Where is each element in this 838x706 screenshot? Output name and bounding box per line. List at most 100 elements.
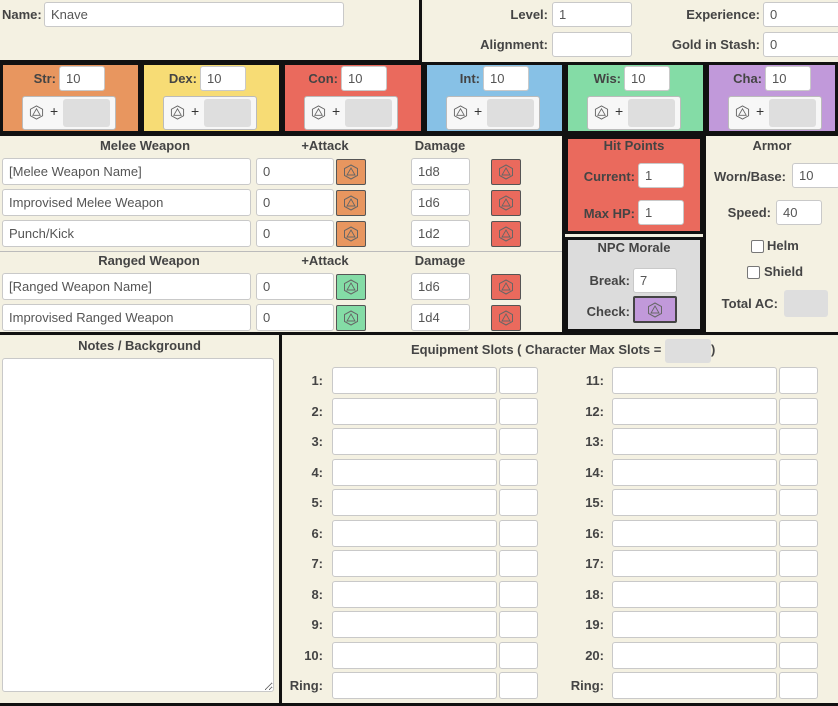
slot-size-input[interactable]: [779, 489, 818, 516]
slot-item-input[interactable]: [612, 672, 777, 699]
ability-roll-button[interactable]: [306, 98, 330, 126]
ability-score-input[interactable]: [200, 66, 246, 91]
ability-roll-button[interactable]: [730, 98, 754, 126]
slot-item-input[interactable]: [612, 398, 777, 425]
ability-roll-button[interactable]: [589, 98, 613, 126]
ranged-attack-roll-button[interactable]: [336, 274, 366, 300]
slot-size-input[interactable]: [779, 459, 818, 486]
experience-input[interactable]: [763, 2, 838, 27]
melee-damage-roll-button[interactable]: [491, 159, 521, 185]
slot-item-input[interactable]: [612, 428, 777, 455]
ability-score-input[interactable]: [624, 66, 670, 91]
armor-worn-input[interactable]: [792, 163, 838, 188]
ability-score-input[interactable]: [483, 66, 529, 91]
melee-weapon-name-input[interactable]: [2, 189, 251, 216]
melee-attack-roll-button[interactable]: [336, 221, 366, 247]
melee-damage-input[interactable]: [411, 220, 470, 247]
d20-die-icon: [499, 164, 513, 180]
ranged-attack-input[interactable]: [256, 273, 334, 300]
ranged-damage-roll-button[interactable]: [491, 274, 521, 300]
slot-item-input[interactable]: [332, 611, 497, 638]
slot-item-input[interactable]: [332, 367, 497, 394]
slot-item-input[interactable]: [612, 642, 777, 669]
speed-input[interactable]: [776, 200, 822, 225]
slot-size-input[interactable]: [499, 611, 538, 638]
plus-sign: +: [191, 103, 200, 119]
melee-weapon-name-input[interactable]: [2, 220, 251, 247]
slot-item-input[interactable]: [612, 367, 777, 394]
slot-item-input[interactable]: [332, 520, 497, 547]
slot-size-input[interactable]: [779, 611, 818, 638]
melee-attack-input[interactable]: [256, 220, 334, 247]
melee-attack-input[interactable]: [256, 189, 334, 216]
slot-item-input[interactable]: [612, 520, 777, 547]
slot-size-input[interactable]: [779, 367, 818, 394]
ranged-attack-roll-button[interactable]: [336, 305, 366, 331]
slot-size-input[interactable]: [499, 550, 538, 577]
ability-roll-button[interactable]: [165, 98, 189, 126]
name-input[interactable]: [44, 2, 344, 27]
helm-checkbox[interactable]: [751, 240, 764, 253]
melee-damage-roll-button[interactable]: [491, 190, 521, 216]
alignment-input[interactable]: [552, 32, 632, 57]
ranged-attack-input[interactable]: [256, 304, 334, 331]
morale-break-input[interactable]: [633, 268, 677, 293]
slot-size-input[interactable]: [499, 398, 538, 425]
hp-max-input[interactable]: [638, 200, 684, 225]
melee-attack-roll-button[interactable]: [336, 159, 366, 185]
slot-item-input[interactable]: [612, 581, 777, 608]
slot-item-input[interactable]: [332, 581, 497, 608]
slot-size-input[interactable]: [499, 367, 538, 394]
ability-score-input[interactable]: [765, 66, 811, 91]
slot-size-input[interactable]: [779, 398, 818, 425]
slot-size-input[interactable]: [779, 520, 818, 547]
ranged-weapon-name-input[interactable]: [2, 304, 251, 331]
shield-checkbox[interactable]: [747, 266, 760, 279]
slot-item-input[interactable]: [332, 398, 497, 425]
slot-size-input[interactable]: [779, 581, 818, 608]
melee-attack-input[interactable]: [256, 158, 334, 185]
ranged-damage-input[interactable]: [411, 304, 470, 331]
ability-score-input[interactable]: [59, 66, 105, 91]
level-input[interactable]: [552, 2, 632, 27]
notes-textarea[interactable]: [2, 358, 274, 692]
gold-input[interactable]: [763, 32, 838, 57]
slot-item-input[interactable]: [332, 642, 497, 669]
slot-item-input[interactable]: [612, 459, 777, 486]
slot-size-input[interactable]: [499, 672, 538, 699]
slot-size-input[interactable]: [499, 428, 538, 455]
slot-item-input[interactable]: [332, 550, 497, 577]
ability-roll-button[interactable]: [24, 98, 48, 126]
melee-damage-input[interactable]: [411, 189, 470, 216]
ability-score-input[interactable]: [341, 66, 387, 91]
melee-weapon-name-input[interactable]: [2, 158, 251, 185]
ranged-damage-roll-button[interactable]: [491, 305, 521, 331]
slot-item-input[interactable]: [332, 672, 497, 699]
slot-number-label: 18:: [585, 587, 604, 602]
slot-item-input[interactable]: [612, 611, 777, 638]
ability-roll-button[interactable]: [448, 98, 472, 126]
slot-size-input[interactable]: [779, 642, 818, 669]
hp-current-input[interactable]: [638, 163, 684, 188]
slot-size-input[interactable]: [779, 428, 818, 455]
slot-size-input[interactable]: [499, 489, 538, 516]
melee-damage-input[interactable]: [411, 158, 470, 185]
melee-damage-roll-button[interactable]: [491, 221, 521, 247]
slot-size-input[interactable]: [499, 459, 538, 486]
d20-die-icon: [29, 104, 43, 120]
melee-attack-roll-button[interactable]: [336, 190, 366, 216]
morale-check-button[interactable]: [633, 296, 677, 323]
slot-item-input[interactable]: [332, 459, 497, 486]
slot-size-input[interactable]: [499, 581, 538, 608]
slot-size-input[interactable]: [499, 520, 538, 547]
slot-item-input[interactable]: [332, 489, 497, 516]
ranged-weapon-name-input[interactable]: [2, 273, 251, 300]
slot-item-input[interactable]: [612, 550, 777, 577]
slot-item-input[interactable]: [612, 489, 777, 516]
slot-size-input[interactable]: [779, 550, 818, 577]
ranged-damage-input[interactable]: [411, 273, 470, 300]
slot-size-input[interactable]: [499, 642, 538, 669]
slot-number-label: 19:: [585, 617, 604, 632]
slot-item-input[interactable]: [332, 428, 497, 455]
slot-size-input[interactable]: [779, 672, 818, 699]
